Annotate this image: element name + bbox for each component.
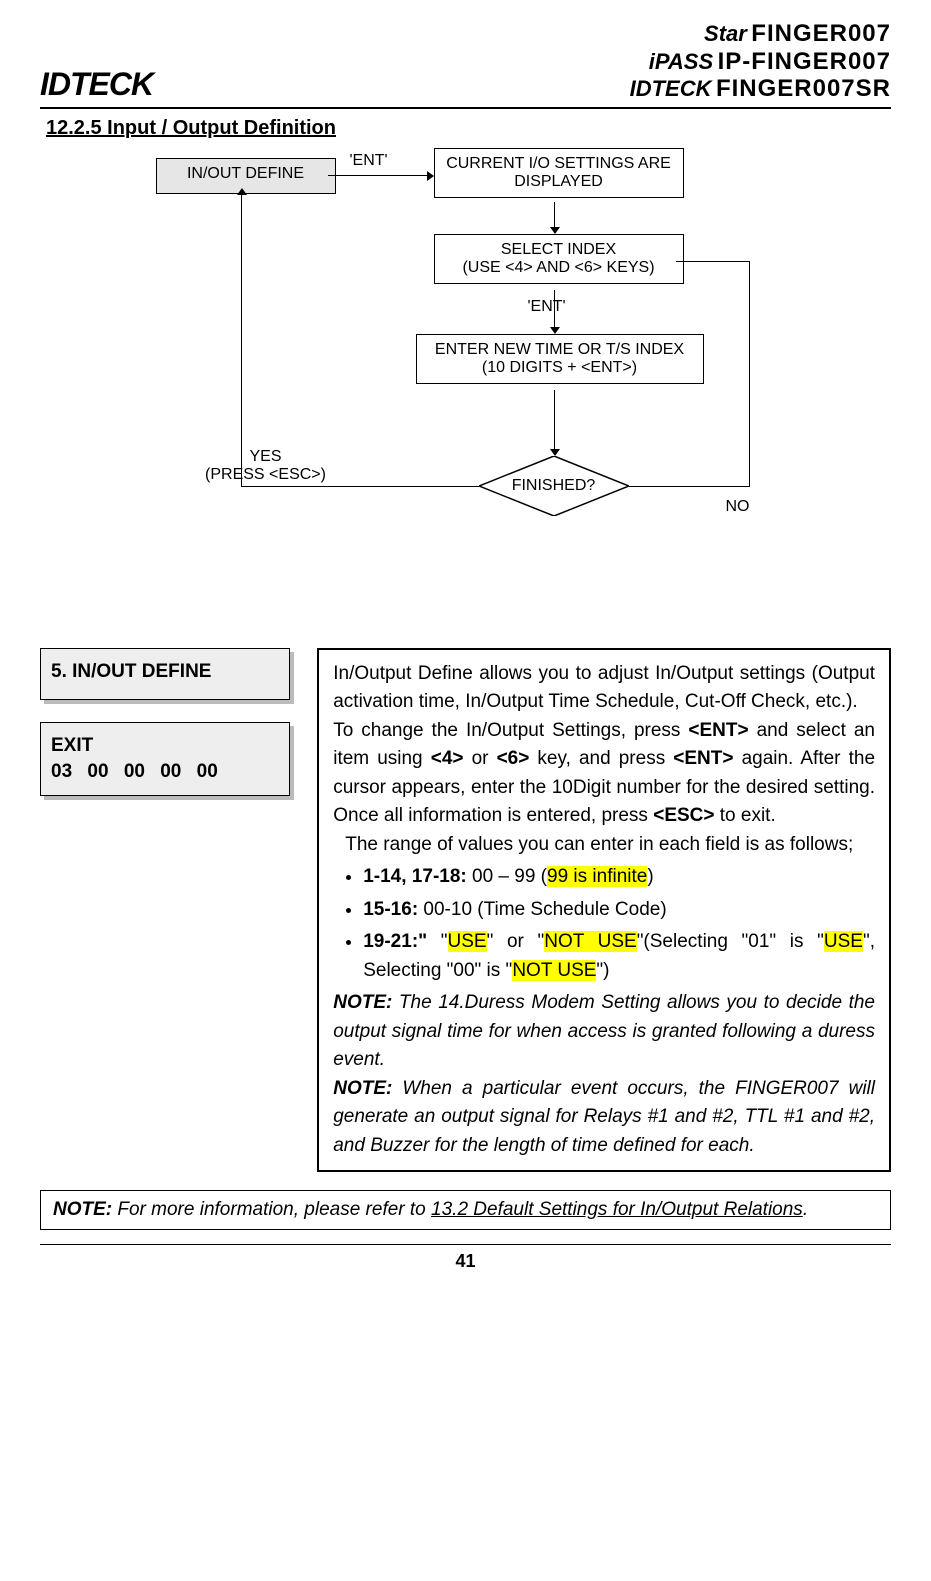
key-ent: <ENT> bbox=[673, 748, 733, 769]
flow-text: (USE <4> AND <6> KEYS) bbox=[439, 259, 679, 277]
section-title: 12.2.5 Input / Output Definition bbox=[46, 117, 891, 140]
page-header: IDTECK Star FINGER007 iPASS IP-FINGER007… bbox=[40, 20, 891, 109]
text: " bbox=[427, 931, 447, 952]
flow-label-yes: YES (PRESS <ESC>) bbox=[201, 448, 331, 484]
key-6: <6> bbox=[497, 748, 530, 769]
lcd-display-inout-define: 5. IN/OUT DEFINE bbox=[40, 648, 290, 700]
note-paragraph: NOTE: When a particular event occurs, th… bbox=[333, 1075, 875, 1161]
brand-name: IP-FINGER007 bbox=[718, 48, 891, 75]
text: 00 – 99 ( bbox=[467, 866, 547, 887]
text: To change the In/Output Settings, press bbox=[333, 720, 688, 741]
text: key, and press bbox=[529, 748, 673, 769]
highlight-text: USE bbox=[448, 931, 487, 952]
highlight-text: 99 is infinite bbox=[547, 866, 647, 887]
key-4: <4> bbox=[431, 748, 464, 769]
lcd-display-exit: EXIT 03 00 00 00 00 bbox=[40, 722, 290, 796]
flow-label-ent: 'ENT' bbox=[350, 152, 388, 170]
list-item: 15-16: 00-10 (Time Schedule Code) bbox=[363, 896, 875, 925]
flow-text: (PRESS <ESC>) bbox=[201, 466, 331, 484]
flow-line bbox=[241, 486, 479, 488]
flow-text: YES bbox=[201, 448, 331, 466]
key-esc: <ESC> bbox=[653, 805, 714, 826]
text: ) bbox=[647, 866, 653, 887]
flow-text: CURRENT I/O SETTINGS ARE DISPLAYED bbox=[446, 155, 671, 190]
text: "(Selecting "01" is " bbox=[637, 931, 824, 952]
flowchart-diagram: IN/OUT DEFINE 'ENT' CURRENT I/O SETTINGS… bbox=[116, 158, 816, 598]
lcd-line: EXIT bbox=[51, 735, 279, 757]
list-item: 19-21:" "USE" or "NOT USE"(Selecting "01… bbox=[363, 928, 875, 985]
brand-list-right: Star FINGER007 iPASS IP-FINGER007 IDTECK… bbox=[630, 20, 891, 103]
highlight-text: USE bbox=[824, 931, 863, 952]
key-ent: <ENT> bbox=[688, 720, 748, 741]
text: The 14.Duress Modem Setting allows you t… bbox=[333, 992, 875, 1070]
flow-decision-finished: FINISHED? bbox=[479, 456, 629, 516]
range-label: 19-21:" bbox=[363, 931, 427, 952]
text: For more information, please refer to bbox=[112, 1199, 431, 1220]
range-label: 1-14, 17-18: bbox=[363, 866, 467, 887]
lcd-line: 03 00 00 00 00 bbox=[51, 761, 279, 783]
paragraph: To change the In/Output Settings, press … bbox=[333, 717, 875, 831]
flow-box-select-index: SELECT INDEX (USE <4> AND <6> KEYS) bbox=[434, 234, 684, 284]
flow-label-ent: 'ENT' bbox=[528, 298, 566, 316]
flow-line bbox=[676, 261, 750, 263]
flow-arrow bbox=[328, 175, 428, 177]
text: . bbox=[803, 1199, 808, 1220]
text: ") bbox=[596, 960, 609, 981]
flow-arrow bbox=[241, 194, 243, 487]
brand-name: FINGER007 bbox=[751, 20, 891, 47]
text: " or " bbox=[487, 931, 545, 952]
brand-prefix: Star bbox=[704, 21, 747, 46]
note-label: NOTE: bbox=[333, 1078, 392, 1099]
list-item: 1-14, 17-18: 00 – 99 (99 is infinite) bbox=[363, 863, 875, 892]
flow-text: SELECT INDEX bbox=[439, 241, 679, 259]
flow-label-no: NO bbox=[726, 498, 750, 516]
text: to exit. bbox=[714, 805, 775, 826]
text: 00-10 (Time Schedule Code) bbox=[418, 899, 667, 920]
flow-box-current-settings: CURRENT I/O SETTINGS ARE DISPLAYED bbox=[434, 148, 684, 198]
flow-arrow bbox=[554, 202, 556, 228]
bottom-note-box: NOTE: For more information, please refer… bbox=[40, 1190, 891, 1230]
flow-arrow bbox=[554, 390, 556, 450]
brand-logo-left: IDTECK bbox=[40, 66, 153, 103]
page-number: 41 bbox=[455, 1251, 475, 1271]
text: or bbox=[463, 748, 496, 769]
reference-link: 13.2 Default Settings for In/Output Rela… bbox=[431, 1199, 803, 1220]
brand-prefix: iPASS bbox=[649, 49, 713, 74]
highlight-text: NOT USE bbox=[512, 960, 596, 981]
flow-text: ENTER NEW TIME OR T/S INDEX bbox=[421, 341, 699, 359]
paragraph: The range of values you can enter in eac… bbox=[333, 831, 875, 860]
explanation-box: In/Output Define allows you to adjust In… bbox=[317, 648, 891, 1173]
brand-name: FINGER007SR bbox=[716, 75, 891, 102]
range-label: 15-16: bbox=[363, 899, 418, 920]
page-footer: 41 bbox=[40, 1244, 891, 1272]
flow-box-enter-new-time: ENTER NEW TIME OR T/S INDEX (10 DIGITS +… bbox=[416, 334, 704, 384]
flow-line bbox=[629, 486, 749, 488]
brand-prefix: IDTECK bbox=[630, 76, 712, 101]
note-paragraph: NOTE: The 14.Duress Modem Setting allows… bbox=[333, 989, 875, 1075]
flow-text: FINISHED? bbox=[479, 456, 629, 516]
flow-text: (10 DIGITS + <ENT>) bbox=[421, 359, 699, 377]
value-range-list: 1-14, 17-18: 00 – 99 (99 is infinite) 15… bbox=[363, 863, 875, 985]
note-label: NOTE: bbox=[333, 992, 392, 1013]
text: When a particular event occurs, the FING… bbox=[333, 1078, 875, 1156]
paragraph: In/Output Define allows you to adjust In… bbox=[333, 660, 875, 717]
flow-line bbox=[749, 261, 751, 487]
note-label: NOTE: bbox=[53, 1199, 112, 1220]
highlight-text: NOT USE bbox=[544, 931, 636, 952]
lcd-line: 5. IN/OUT DEFINE bbox=[51, 661, 279, 683]
